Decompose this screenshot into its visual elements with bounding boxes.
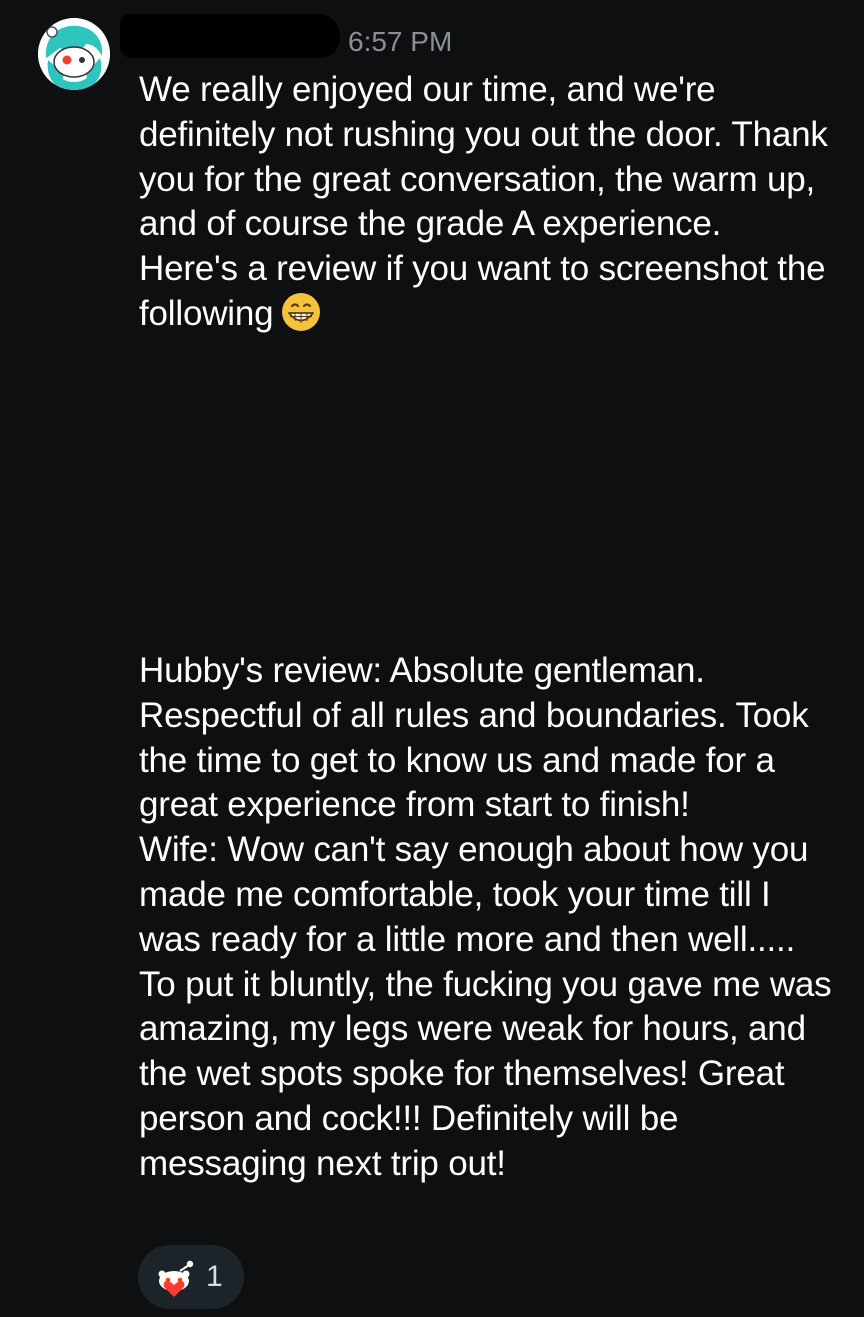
message-paragraph-2: Hubby's review: Absolute gentleman. Resp… — [139, 651, 832, 1183]
grinning-face-emoji — [281, 292, 321, 332]
snoo-avatar-icon[interactable] — [38, 18, 110, 90]
message-timestamp: 6:57 PM — [348, 26, 453, 57]
chat-message: 6:57 PM We really enjoyed our time, and … — [0, 0, 864, 1317]
snoo-heart-reaction-icon — [154, 1257, 198, 1297]
message-paragraph-1-text: We really enjoyed our time, and we're de… — [139, 70, 828, 333]
reaction-count: 1 — [206, 1260, 223, 1293]
message-paragraph-1: We really enjoyed our time, and we're de… — [139, 68, 839, 337]
redacted-username — [120, 14, 340, 58]
reaction-pill[interactable]: 1 — [138, 1245, 244, 1309]
